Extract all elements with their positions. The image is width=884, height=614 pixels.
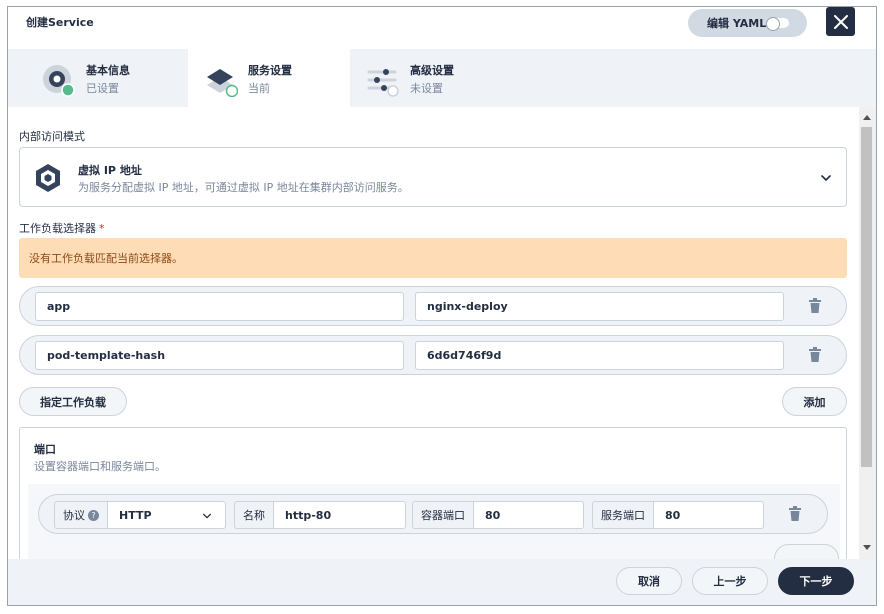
close-button[interactable] xyxy=(826,7,855,36)
scrollbar[interactable] xyxy=(859,107,876,559)
trash-icon[interactable] xyxy=(788,506,802,522)
tab-status: 当前 xyxy=(248,82,270,95)
selector-row: app nginx-deploy xyxy=(19,286,847,326)
add-selector-button[interactable]: 添加 xyxy=(782,387,847,416)
selector-value-input[interactable]: nginx-deploy xyxy=(415,292,784,321)
scroll-up-arrow-icon[interactable] xyxy=(863,115,871,120)
service-port-label: 服务端口 xyxy=(592,501,653,529)
access-mode-desc: 为服务分配虚拟 IP 地址，可通过虚拟 IP 地址在集群内部访问服务。 xyxy=(78,181,409,194)
create-service-dialog: 创建Service 编辑 YAML 基本信息 已设置 服务设置 当前 高级设置 … xyxy=(7,6,877,606)
scroll-down-arrow-icon[interactable] xyxy=(863,545,871,550)
protocol-label-text: 协议 xyxy=(63,509,85,522)
step-tabs: 基本信息 已设置 服务设置 当前 高级设置 未设置 xyxy=(8,49,876,107)
tab-service-settings[interactable]: 服务设置 当前 xyxy=(188,49,350,107)
service-port-group: 服务端口 80 xyxy=(592,501,764,529)
protocol-value: HTTP xyxy=(119,508,152,522)
ports-title: 端口 xyxy=(34,443,56,456)
prev-step-button[interactable]: 上一步 xyxy=(692,567,768,595)
chevron-down-icon xyxy=(203,513,211,519)
name-label: 名称 xyxy=(234,501,273,529)
container-port-label: 容器端口 xyxy=(412,501,473,529)
access-mode-select[interactable]: 虚拟 IP 地址 为服务分配虚拟 IP 地址，可通过虚拟 IP 地址在集群内部访… xyxy=(19,147,847,207)
dialog-title: 创建Service xyxy=(26,16,94,29)
selector-row: pod-template-hash 6d6d746f9d xyxy=(19,335,847,375)
container-port-group: 容器端口 80 xyxy=(412,501,584,529)
trash-icon[interactable] xyxy=(808,298,822,314)
required-mark: * xyxy=(99,222,105,235)
ports-desc: 设置容器端口和服务端口。 xyxy=(34,460,166,473)
selector-key-input[interactable]: app xyxy=(35,292,404,321)
port-name-input[interactable]: http-80 xyxy=(273,501,406,529)
trash-icon[interactable] xyxy=(808,347,822,363)
chevron-down-icon xyxy=(821,175,831,181)
next-step-button[interactable]: 下一步 xyxy=(778,567,854,595)
tab-advanced-settings[interactable]: 高级设置 未设置 xyxy=(350,49,550,107)
dialog-header: 创建Service 编辑 YAML xyxy=(8,7,876,49)
selector-value-input[interactable]: 6d6d746f9d xyxy=(415,341,784,370)
service-port-input[interactable]: 80 xyxy=(653,501,764,529)
edit-yaml-label: 编辑 YAML xyxy=(707,17,767,30)
tab-title: 基本信息 xyxy=(86,64,130,77)
help-icon[interactable]: ? xyxy=(88,509,99,521)
selector-label: 工作负载选择器 * xyxy=(19,220,105,236)
info-gear-icon xyxy=(43,65,75,97)
form-content: 内部访问模式 虚拟 IP 地址 为服务分配虚拟 IP 地址，可通过虚拟 IP 地… xyxy=(8,107,859,559)
tab-status: 已设置 xyxy=(86,82,119,95)
access-mode-label: 内部访问模式 xyxy=(19,130,85,143)
tab-title: 高级设置 xyxy=(410,64,454,77)
protocol-label: 协议? xyxy=(54,501,107,529)
selector-label-text: 工作负载选择器 xyxy=(19,222,96,235)
ports-list: 协议? HTTP 名称 http-80 容器端口 80 服务端口 80 xyxy=(28,484,840,559)
selector-key-input[interactable]: pod-template-hash xyxy=(35,341,404,370)
cancel-button[interactable]: 取消 xyxy=(616,567,682,595)
sliders-icon xyxy=(367,69,399,97)
specify-workload-button[interactable]: 指定工作负载 xyxy=(19,387,127,416)
close-icon xyxy=(833,14,848,29)
cube-icon xyxy=(36,164,60,192)
protocol-group: 协议? HTTP xyxy=(54,501,226,529)
tab-title: 服务设置 xyxy=(248,64,292,77)
scrollbar-thumb[interactable] xyxy=(861,127,872,467)
edit-yaml-toggle[interactable]: 编辑 YAML xyxy=(688,9,807,37)
ports-section: 端口 设置容器端口和服务端口。 协议? HTTP 名称 http-80 容器端口… xyxy=(19,427,847,559)
selector-warning: 没有工作负载匹配当前选择器。 xyxy=(19,238,847,278)
add-port-button[interactable] xyxy=(774,544,839,559)
layers-icon xyxy=(207,69,238,97)
dialog-footer: 取消 上一步 下一步 xyxy=(8,559,876,605)
access-mode-title: 虚拟 IP 地址 xyxy=(78,164,142,177)
protocol-select[interactable]: HTTP xyxy=(107,501,226,529)
name-group: 名称 http-80 xyxy=(234,501,406,529)
tab-status: 未设置 xyxy=(410,82,443,95)
container-port-input[interactable]: 80 xyxy=(473,501,584,529)
tab-basic-info[interactable]: 基本信息 已设置 xyxy=(8,49,188,107)
port-row: 协议? HTTP 名称 http-80 容器端口 80 服务端口 80 xyxy=(38,494,828,534)
toggle-switch-icon[interactable] xyxy=(766,17,789,31)
